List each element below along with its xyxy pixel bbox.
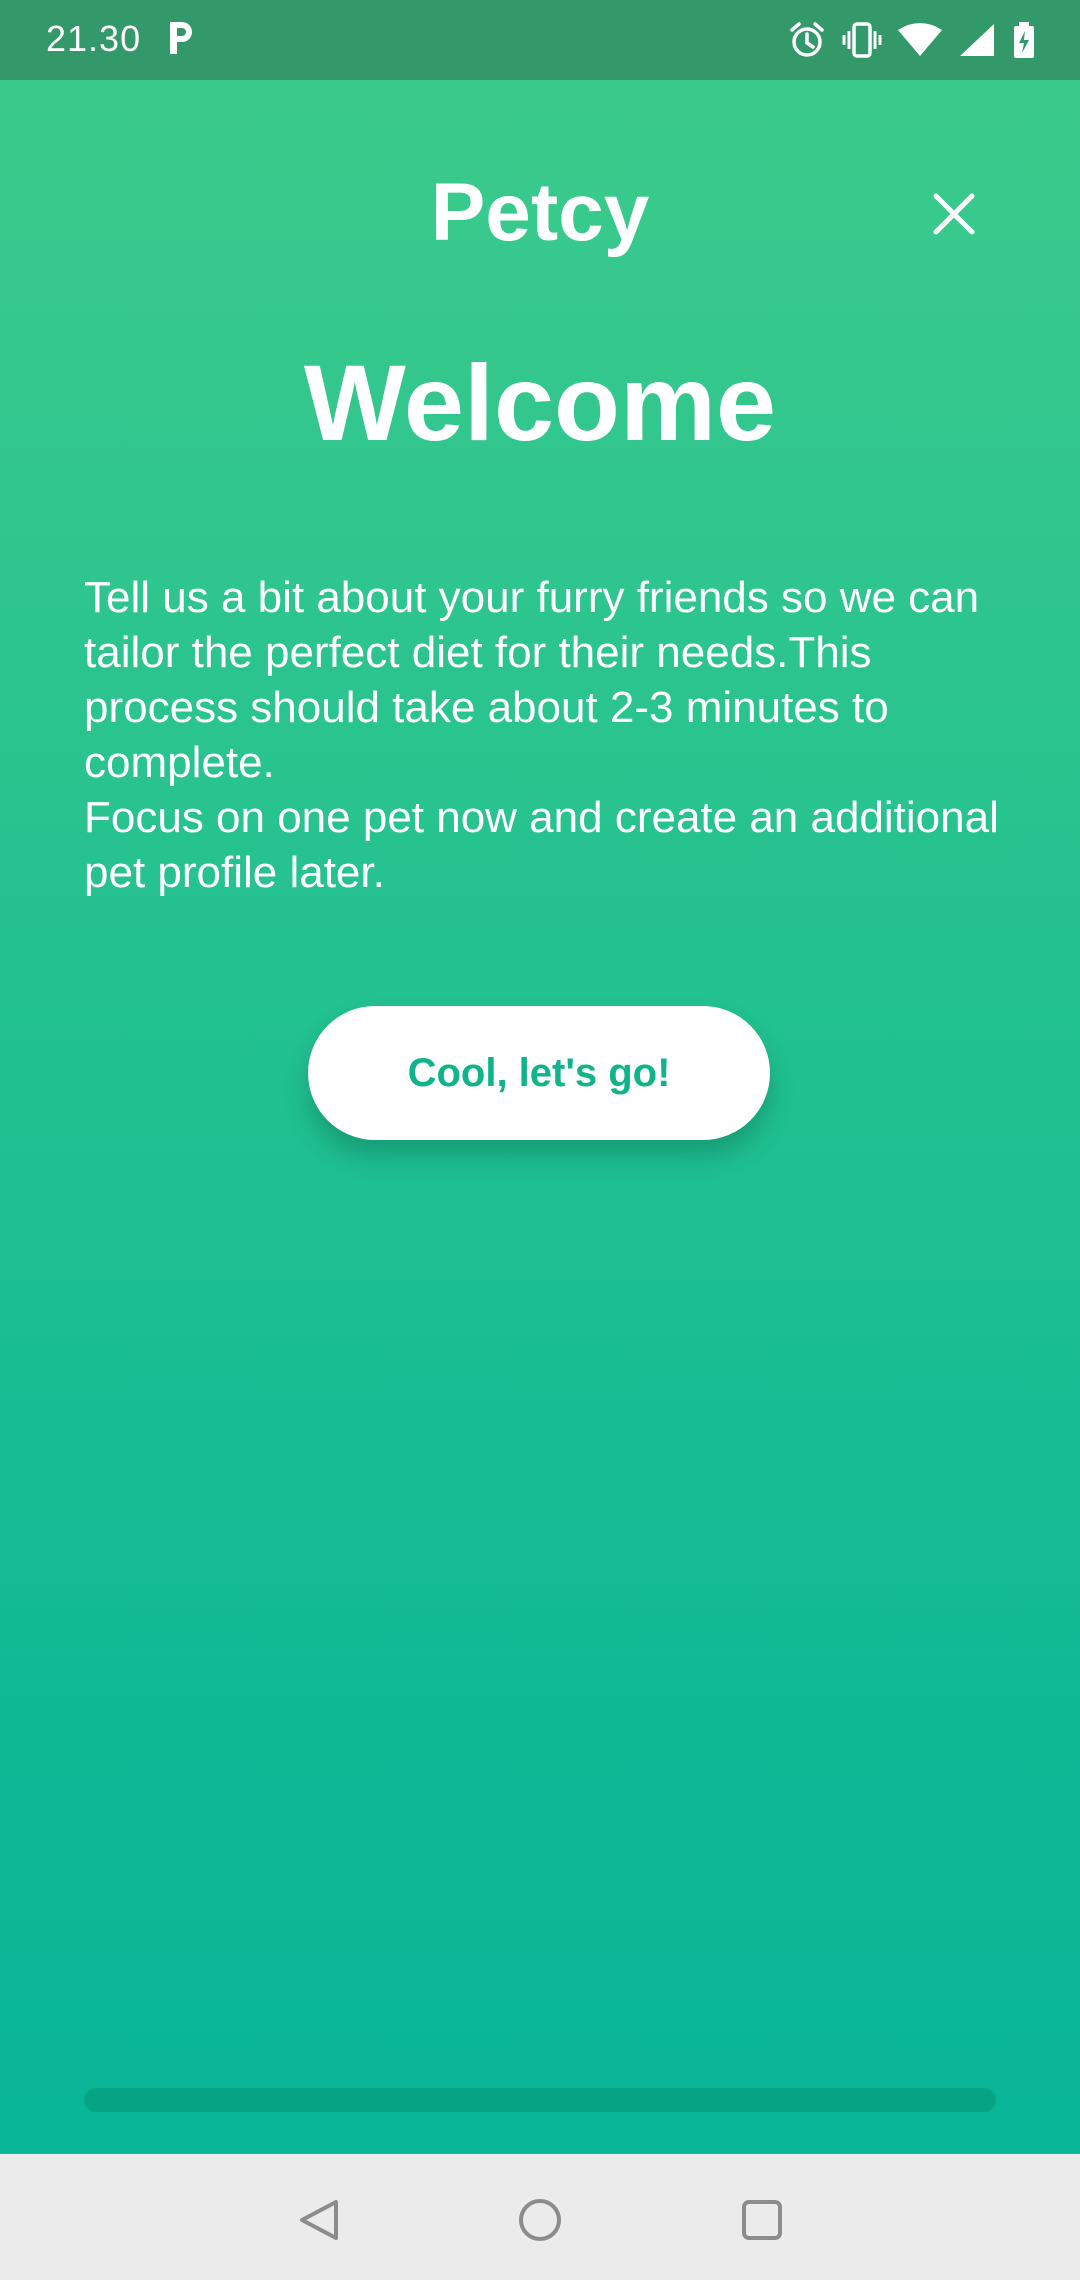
- vibrate-icon: [842, 22, 882, 58]
- app-title: Petcy: [430, 167, 650, 258]
- status-bar: 21.30: [0, 0, 1080, 80]
- onboarding-screen: 21.30 Petcy Welcome Tell us a bit about …: [0, 0, 1080, 2280]
- intro-text: Tell us a bit about your furry friends s…: [84, 570, 1014, 900]
- close-icon[interactable]: [924, 184, 984, 244]
- status-icons: [788, 18, 1036, 62]
- parking-app-icon: [170, 22, 192, 54]
- intro-paragraph-2: Focus on one pet now and create an addit…: [84, 793, 999, 897]
- recents-icon[interactable]: [734, 2192, 790, 2248]
- intro-paragraph-1: Tell us a bit about your furry friends s…: [84, 573, 980, 787]
- signal-icon: [960, 24, 994, 56]
- back-icon[interactable]: [292, 2192, 348, 2248]
- start-button[interactable]: Cool, let's go!: [308, 1006, 770, 1140]
- home-icon[interactable]: [512, 2192, 568, 2248]
- welcome-heading: Welcome: [303, 342, 777, 463]
- alarm-icon: [790, 22, 824, 57]
- progress-bar: [84, 2088, 996, 2112]
- battery-charging-icon: [1014, 22, 1034, 58]
- navigation-bar: [0, 2154, 1080, 2280]
- wifi-icon: [898, 23, 942, 56]
- status-time: 21.30: [46, 18, 142, 59]
